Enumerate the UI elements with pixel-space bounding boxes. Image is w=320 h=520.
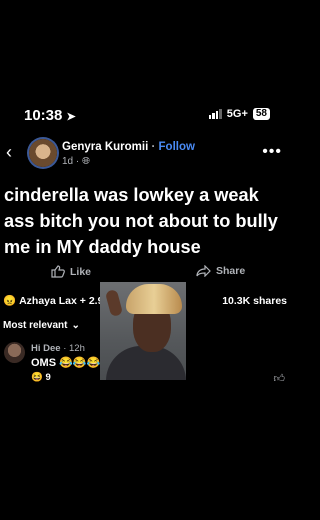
chevron-down-icon: ⌄ [71, 320, 80, 331]
network-type: 5G+ [226, 108, 248, 120]
chevron-left-icon[interactable]: ‹ [6, 143, 20, 161]
status-indicators: 5G+ 58 [208, 108, 270, 120]
like-button[interactable]: Like [51, 265, 91, 278]
post-meta: 1d · 🌐︎ [62, 156, 90, 167]
laughing-emoji-icon: 😂😂😂 [59, 357, 101, 369]
like-label: Like [70, 265, 92, 278]
thumbs-up-icon [51, 265, 65, 278]
comment-reaction-count: 9 [45, 372, 51, 383]
follow-button[interactable]: Follow [159, 141, 195, 153]
status-time-text: 10:38 [24, 107, 63, 124]
comment-avatar[interactable] [4, 342, 25, 363]
reaction-video-overlay [100, 282, 186, 380]
share-button[interactable]: Share [196, 265, 245, 277]
comment-sort-dropdown[interactable]: Most relevant ⌄ [3, 320, 80, 331]
author-avatar[interactable] [29, 139, 57, 167]
comment-time: · 12h [63, 343, 85, 354]
thumbs-up-icon[interactable]: 👍︎ [274, 372, 286, 385]
share-label: Share [216, 265, 246, 277]
comment-reactions[interactable]: 😆 9 [31, 372, 51, 383]
sort-label: Most relevant [3, 320, 68, 331]
status-time: 10:38 ➤ [24, 107, 76, 124]
post-age: 1d · [62, 156, 80, 167]
comment-author[interactable]: Hi Dee [31, 343, 61, 354]
more-horizontal-icon[interactable]: ••• [262, 143, 282, 161]
angry-reaction-icon: 😠 [3, 295, 17, 307]
battery-level: 58 [252, 108, 270, 120]
post-text: cinderella was lowkey a weak ass bitch y… [4, 185, 278, 257]
reaction-summary[interactable]: 😠 Azhaya Lax + 2.9 [3, 294, 104, 308]
comment-body: OMS [31, 357, 57, 369]
signal-icon [208, 109, 222, 119]
haha-reaction-icon: 😆 [31, 372, 43, 383]
author-line: Genyra Kuromii · Follow [62, 141, 195, 153]
reaction-text: Azhaya Lax + 2.9 [19, 294, 104, 307]
separator: · [151, 141, 156, 153]
share-arrow-icon [196, 265, 211, 277]
author-name[interactable]: Genyra Kuromii [62, 141, 148, 153]
location-arrow-icon: ➤ [66, 111, 76, 123]
share-count[interactable]: 10.3K shares [222, 295, 287, 307]
comment-author-line: Hi Dee · 12h [31, 343, 85, 354]
globe-icon: 🌐︎ [82, 156, 91, 167]
comment-text: OMS 😂😂😂 [31, 356, 100, 369]
